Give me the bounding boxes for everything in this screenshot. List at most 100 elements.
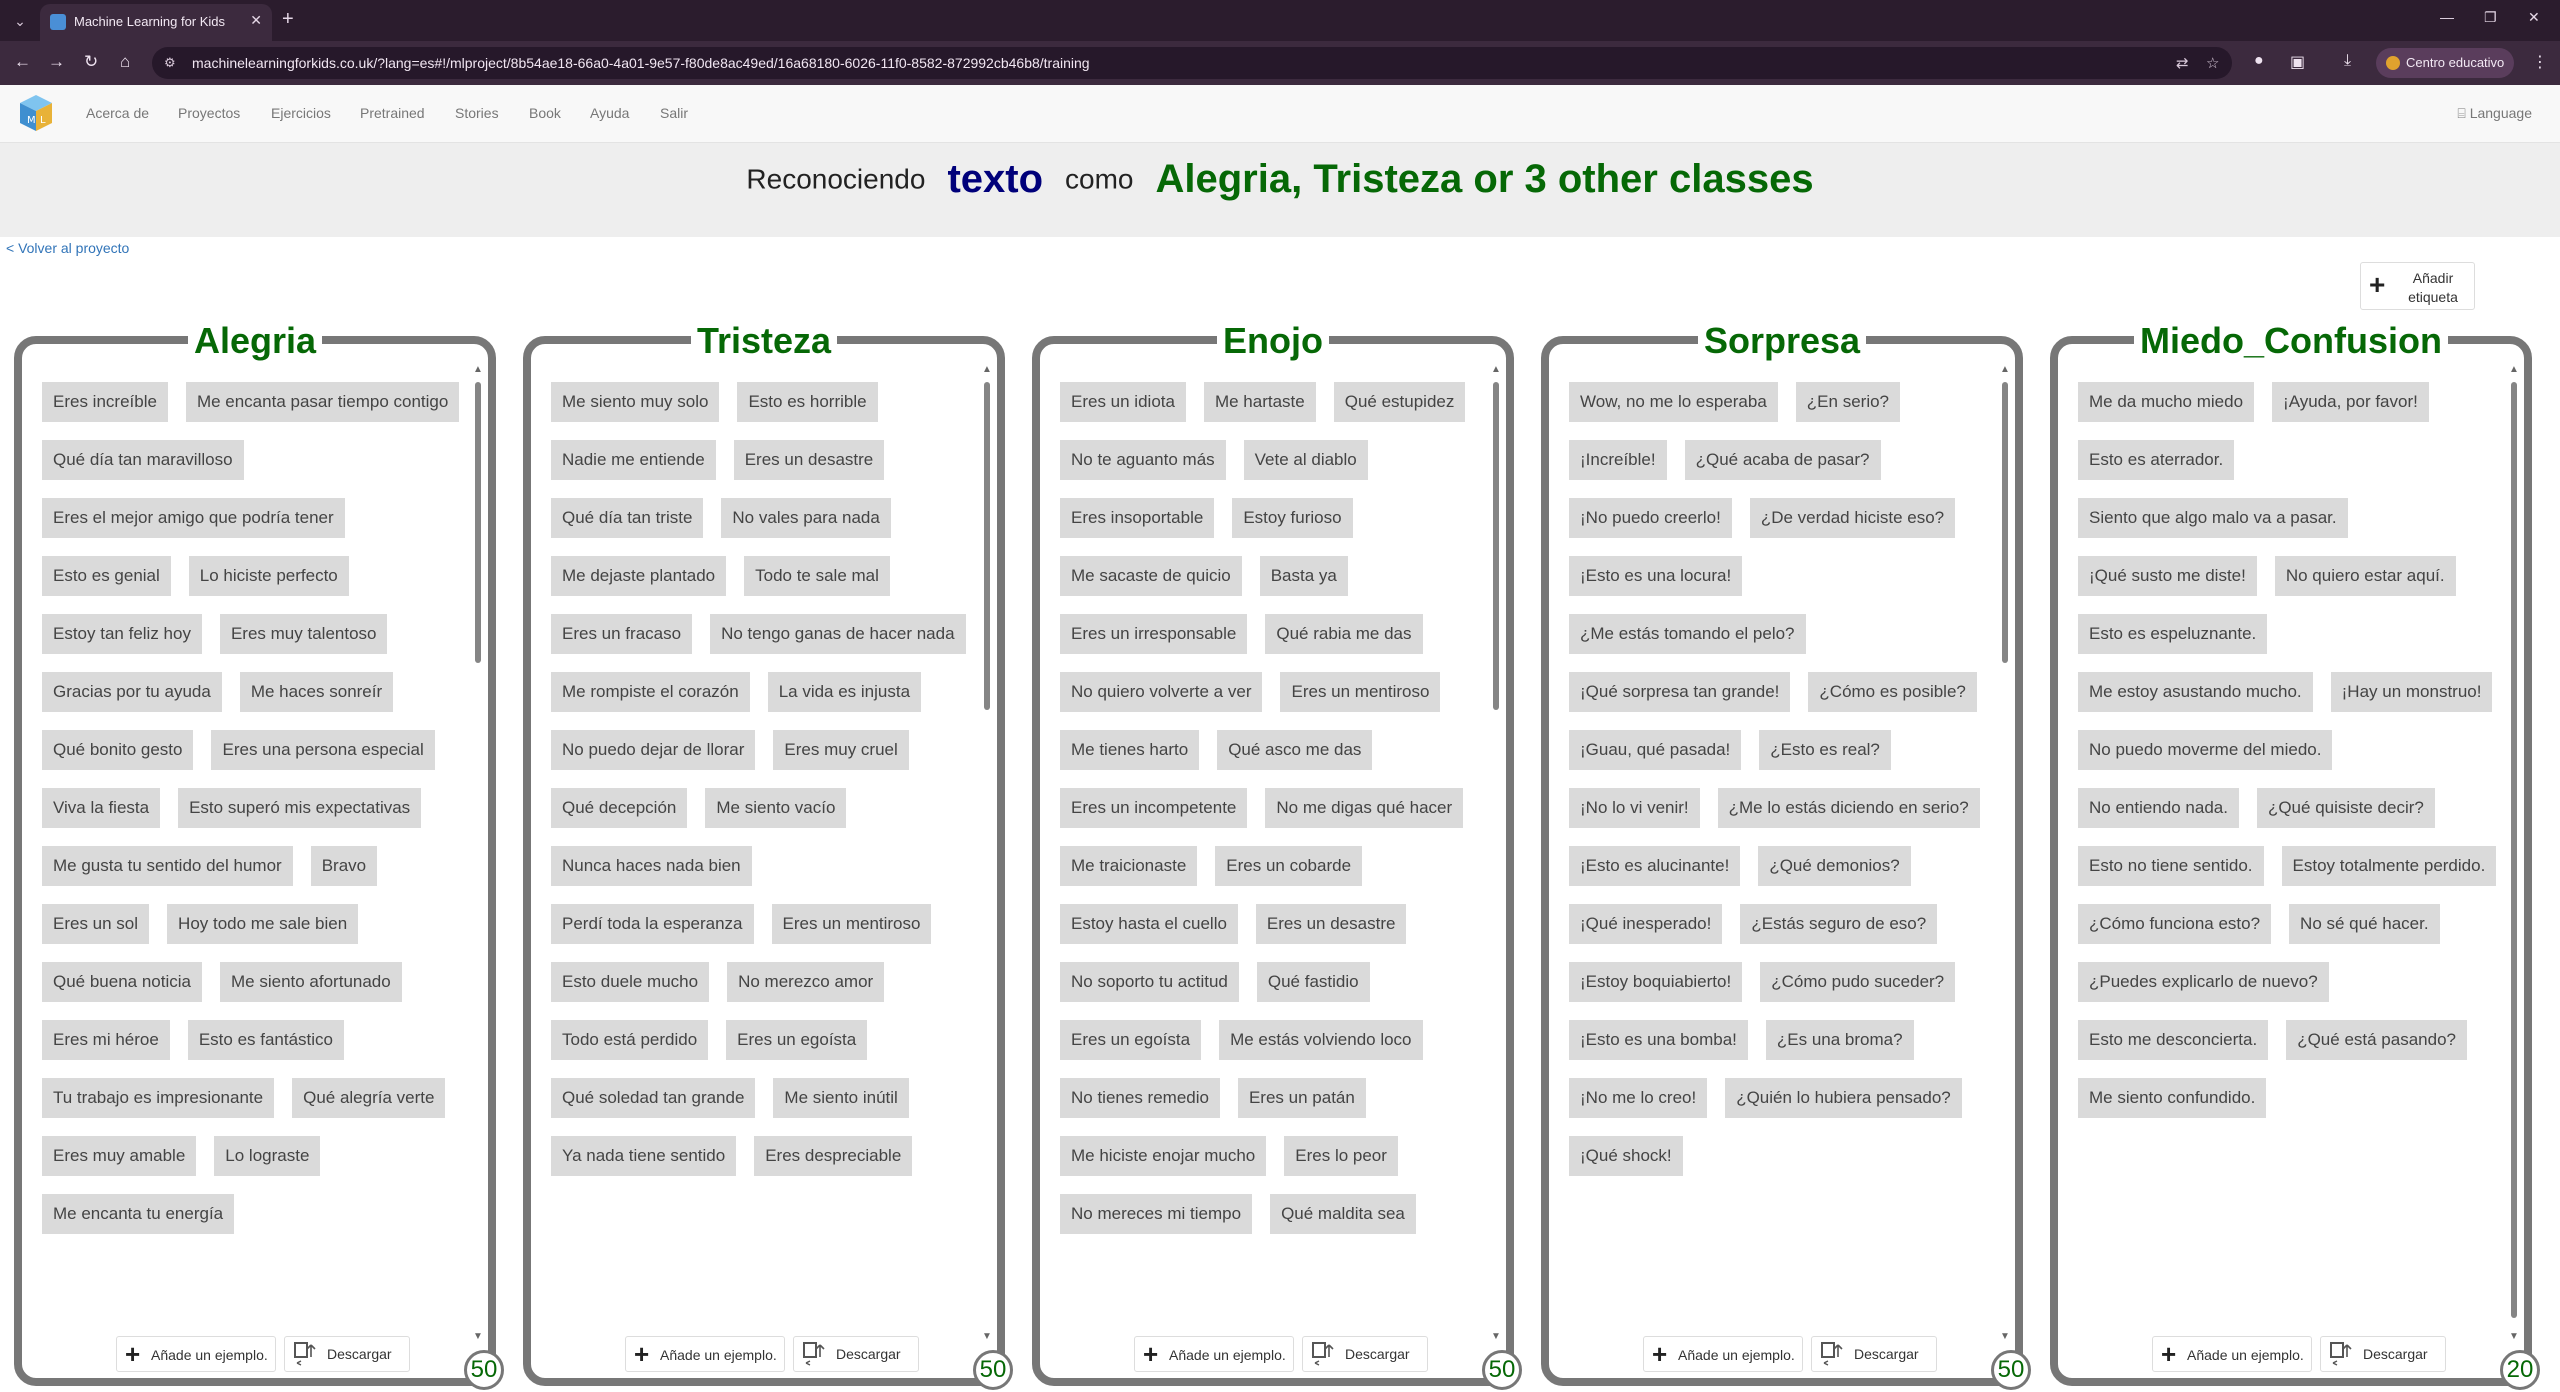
training-example[interactable]: No merezco amor (727, 962, 885, 1002)
training-example[interactable]: ¿Me estás tomando el pelo? (1569, 614, 1806, 654)
new-tab-icon[interactable]: + (282, 8, 294, 31)
scroll-down-icon[interactable]: ▼ (2509, 1331, 2519, 1342)
training-example[interactable]: Eres muy amable (42, 1136, 197, 1176)
training-example[interactable]: Bravo (310, 846, 378, 886)
training-example[interactable]: ¡Ayuda, por favor! (2272, 382, 2429, 422)
training-example[interactable]: Esto no tiene sentido. (2078, 846, 2264, 886)
add-example-button[interactable]: + Añade un ejemplo. (1643, 1336, 1803, 1372)
nav-pretrained[interactable]: Pretrained (360, 105, 425, 121)
training-example[interactable]: Estoy hasta el cuello (1060, 904, 1238, 944)
training-example[interactable]: Eres un fracaso (551, 614, 693, 654)
training-example[interactable]: Estoy furioso (1232, 498, 1353, 538)
training-example[interactable]: Lo lograste (214, 1136, 321, 1176)
training-example[interactable]: ¿En serio? (1795, 382, 1900, 422)
training-example[interactable]: Me siento confundido. (2078, 1078, 2267, 1118)
training-example[interactable]: Tu trabajo es impresionante (42, 1078, 275, 1118)
training-example[interactable]: Qué día tan triste (551, 498, 704, 538)
training-example[interactable]: Eres un patán (1237, 1078, 1366, 1118)
address-bar[interactable]: ⚙ machinelearningforkids.co.uk/?lang=es#… (152, 47, 2232, 79)
home-icon[interactable]: ⌂ (120, 52, 130, 72)
tab-search-icon[interactable]: ⌄ (8, 9, 32, 33)
translate-icon[interactable]: ⇄ (2176, 54, 2189, 72)
training-example[interactable]: Me sacaste de quicio (1060, 556, 1242, 596)
nav-logout[interactable]: Salir (660, 105, 688, 121)
training-example[interactable]: ¿Qué acaba de pasar? (1684, 440, 1881, 480)
training-example[interactable]: Me siento muy solo (551, 382, 720, 422)
training-example[interactable]: ¡Qué susto me diste! (2078, 556, 2257, 596)
add-label-button[interactable]: + Añadir etiqueta (2360, 262, 2475, 310)
add-example-button[interactable]: + Añade un ejemplo. (1134, 1336, 1294, 1372)
download-button[interactable]: Descargar (284, 1336, 410, 1372)
training-example[interactable]: ¿Me lo estás diciendo en serio? (1717, 788, 1980, 828)
training-example[interactable]: Gracias por tu ayuda (42, 672, 222, 712)
training-example[interactable]: La vida es injusta (767, 672, 922, 712)
scrollbar-thumb[interactable] (2002, 382, 2008, 663)
training-example[interactable]: Qué alegría verte (292, 1078, 446, 1118)
training-example[interactable]: Me haces sonreír (239, 672, 394, 712)
training-example[interactable]: Lo hiciste perfecto (188, 556, 349, 596)
training-example[interactable]: ¿De verdad hiciste eso? (1749, 498, 1956, 538)
training-example[interactable]: No mereces mi tiempo (1060, 1194, 1253, 1234)
training-example[interactable]: Basta ya (1259, 556, 1348, 596)
training-example[interactable]: ¡No puedo creerlo! (1569, 498, 1732, 538)
download-button[interactable]: Descargar (793, 1336, 919, 1372)
training-example[interactable]: Estoy totalmente perdido. (2281, 846, 2497, 886)
training-example[interactable]: Eres un desastre (733, 440, 885, 480)
training-example[interactable]: Esto es aterrador. (2078, 440, 2235, 480)
scroll-up-icon[interactable]: ▲ (982, 364, 992, 375)
scroll-down-icon[interactable]: ▼ (473, 1331, 483, 1342)
training-example[interactable]: Eres muy talentoso (219, 614, 388, 654)
training-example[interactable]: Me siento vacío (705, 788, 847, 828)
nav-projects[interactable]: Proyectos (178, 105, 240, 121)
scrollbar-thumb[interactable] (2511, 382, 2517, 1318)
scroll-down-icon[interactable]: ▼ (1491, 1331, 1501, 1342)
training-example[interactable]: No me digas qué hacer (1265, 788, 1464, 828)
training-example[interactable]: Eres un egoísta (1060, 1020, 1202, 1060)
nav-book[interactable]: Book (529, 105, 561, 121)
browser-tab[interactable]: Machine Learning for Kids ✕ (40, 4, 272, 41)
training-example[interactable]: ¡No lo vi venir! (1569, 788, 1700, 828)
scrollbar-thumb[interactable] (475, 382, 481, 663)
training-example[interactable]: Me traicionaste (1060, 846, 1198, 886)
training-example[interactable]: No puedo dejar de llorar (551, 730, 756, 770)
training-example[interactable]: Siento que algo malo va a pasar. (2078, 498, 2348, 538)
extension-icon[interactable]: ● (2254, 52, 2264, 70)
training-example[interactable]: ¡Qué sorpresa tan grande! (1569, 672, 1791, 712)
training-example[interactable]: No tengo ganas de hacer nada (710, 614, 966, 654)
training-example[interactable]: Esto me desconcierta. (2078, 1020, 2269, 1060)
training-example[interactable]: Eres un sol (42, 904, 150, 944)
training-example[interactable]: Me da mucho miedo (2078, 382, 2255, 422)
training-example[interactable]: ¿Cómo es posible? (1808, 672, 1977, 712)
nav-stories[interactable]: Stories (455, 105, 499, 121)
training-example[interactable]: No puedo moverme del miedo. (2078, 730, 2333, 770)
training-example[interactable]: Eres un idiota (1060, 382, 1186, 422)
download-button[interactable]: Descargar (2320, 1336, 2446, 1372)
training-example[interactable]: No quiero estar aquí. (2274, 556, 2456, 596)
scroll-up-icon[interactable]: ▲ (2509, 364, 2519, 375)
site-info-icon[interactable]: ⚙ (164, 55, 176, 71)
training-example[interactable]: Eres una persona especial (211, 730, 435, 770)
training-example[interactable]: Esto superó mis expectativas (178, 788, 422, 828)
reload-icon[interactable]: ↻ (84, 52, 98, 72)
training-example[interactable]: ¿Cómo funciona esto? (2078, 904, 2272, 944)
training-example[interactable]: Eres lo peor (1284, 1136, 1398, 1176)
training-example[interactable]: No entiendo nada. (2078, 788, 2239, 828)
training-example[interactable]: No vales para nada (721, 498, 891, 538)
training-example[interactable]: Qué asco me das (1217, 730, 1373, 770)
forward-arrow-icon[interactable]: → (48, 52, 65, 72)
download-icon[interactable]: ⤓ (2344, 52, 2351, 70)
training-example[interactable]: Eres despreciable (754, 1136, 913, 1176)
training-example[interactable]: Esto es genial (42, 556, 171, 596)
training-example[interactable]: Me hiciste enojar mucho (1060, 1136, 1267, 1176)
training-example[interactable]: Qué bonito gesto (42, 730, 194, 770)
training-example[interactable]: Me dejaste plantado (551, 556, 727, 596)
scrollbar[interactable]: ▲ ▼ (982, 364, 992, 1342)
training-example[interactable]: ¡Qué inesperado! (1569, 904, 1723, 944)
training-example[interactable]: Qué día tan maravilloso (42, 440, 244, 480)
scroll-up-icon[interactable]: ▲ (473, 364, 483, 375)
training-example[interactable]: Qué soledad tan grande (551, 1078, 756, 1118)
back-arrow-icon[interactable]: ← (14, 52, 31, 72)
training-example[interactable]: Eres un mentiroso (771, 904, 932, 944)
download-button[interactable]: Descargar (1811, 1336, 1937, 1372)
training-example[interactable]: Me encanta pasar tiempo contigo (185, 382, 460, 422)
